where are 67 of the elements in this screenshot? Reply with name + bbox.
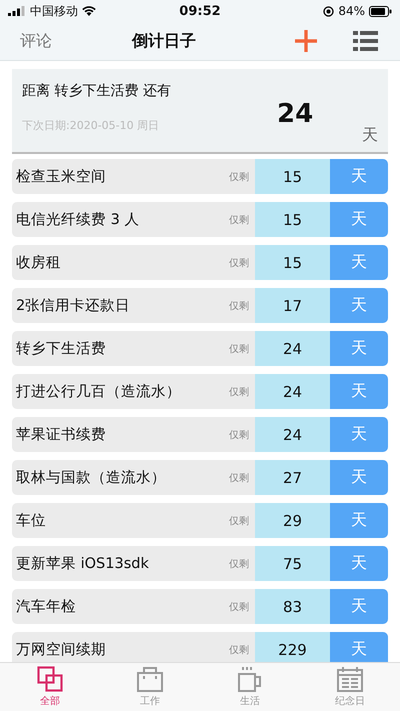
event-name[interactable]: 万网空间续期 (12, 640, 229, 659)
remaining-label: 仅剩 (229, 428, 249, 442)
calendar-icon (337, 666, 363, 692)
battery-percent: 84% (338, 4, 365, 18)
signal-icon (8, 6, 26, 16)
event-name[interactable]: 2张信用卡还款日 (12, 296, 229, 315)
event-name[interactable]: 收房租 (12, 253, 229, 272)
next-date: 下次日期:2020-05-10 周日 (22, 118, 160, 133)
event-name[interactable]: 更新苹果 iOS13sdk (12, 554, 229, 573)
event-name[interactable]: 汽车年检 (12, 597, 229, 616)
remaining-label: 仅剩 (229, 514, 249, 528)
days-unit: 天 (330, 202, 388, 237)
remaining-label: 仅剩 (229, 300, 249, 312)
event-name[interactable]: 打进公行几百（造流水） (12, 382, 229, 401)
remaining-label: 仅剩 (229, 170, 249, 184)
tab[interactable]: 全部 (0, 663, 100, 711)
battery-icon (368, 6, 392, 16)
days-count: 24 (255, 374, 330, 409)
days-count: 75 (255, 546, 330, 581)
event-name[interactable]: 检查玉米空间 (12, 167, 229, 186)
days-unit: 天 (330, 374, 388, 409)
days-count: 24 (277, 99, 314, 129)
days-count: 15 (255, 202, 330, 237)
remaining-label: 仅剩 (229, 256, 249, 270)
days-unit: 天 (330, 503, 388, 538)
days-unit: 天 (330, 460, 388, 495)
remaining-label: 仅剩 (229, 558, 249, 570)
days-unit: 天 (330, 288, 388, 323)
event-name[interactable]: 车位 (12, 511, 229, 530)
page-title: 倒计日子 (132, 30, 197, 52)
remaining-label: 仅剩 (229, 214, 249, 226)
days-unit: 天 (330, 331, 388, 366)
days-unit: 天 (330, 417, 388, 452)
wifi-icon (82, 6, 96, 16)
event-name[interactable]: 转乡下生活费 (12, 339, 229, 358)
days-count: 229 (255, 632, 330, 662)
carrier-name: 中国移动 (30, 2, 78, 20)
days-count: 29 (255, 503, 330, 538)
clock-time: 09:52 (179, 4, 221, 18)
days-unit: 天 (330, 245, 388, 280)
days-count: 24 (255, 417, 330, 452)
days-unit: 天 (362, 125, 378, 146)
remaining-label: 仅剩 (229, 644, 249, 656)
comment-link[interactable]: 评论 (20, 30, 132, 52)
days-unit: 天 (330, 546, 388, 581)
mug-icon (237, 666, 263, 692)
event-name[interactable]: 电信光纤续费 3 人 (12, 210, 229, 229)
days-count: 24 (255, 331, 330, 366)
summary-sentence: 距离 转乡下生活费 还有 (22, 82, 172, 100)
menu-icon[interactable] (353, 31, 378, 51)
remaining-label: 仅剩 (229, 386, 249, 398)
overlapping-squares-icon (37, 666, 63, 692)
days-count: 15 (255, 159, 330, 194)
days-count: 83 (255, 589, 330, 624)
days-count: 27 (255, 460, 330, 495)
briefcase-icon (137, 666, 163, 692)
days-unit: 天 (330, 159, 388, 194)
event-name[interactable]: 苹果证书续费 (12, 425, 229, 444)
remaining-label: 仅剩 (229, 600, 249, 614)
days-count: 17 (255, 288, 330, 323)
remaining-label: 仅剩 (229, 472, 249, 484)
days-unit: 天 (330, 589, 388, 624)
remaining-label: 仅剩 (229, 342, 249, 356)
days-unit: 天 (330, 632, 388, 662)
add-icon[interactable] (294, 29, 318, 53)
event-name[interactable]: 取林与国款（造流水） (12, 468, 229, 487)
days-count: 15 (255, 245, 330, 280)
